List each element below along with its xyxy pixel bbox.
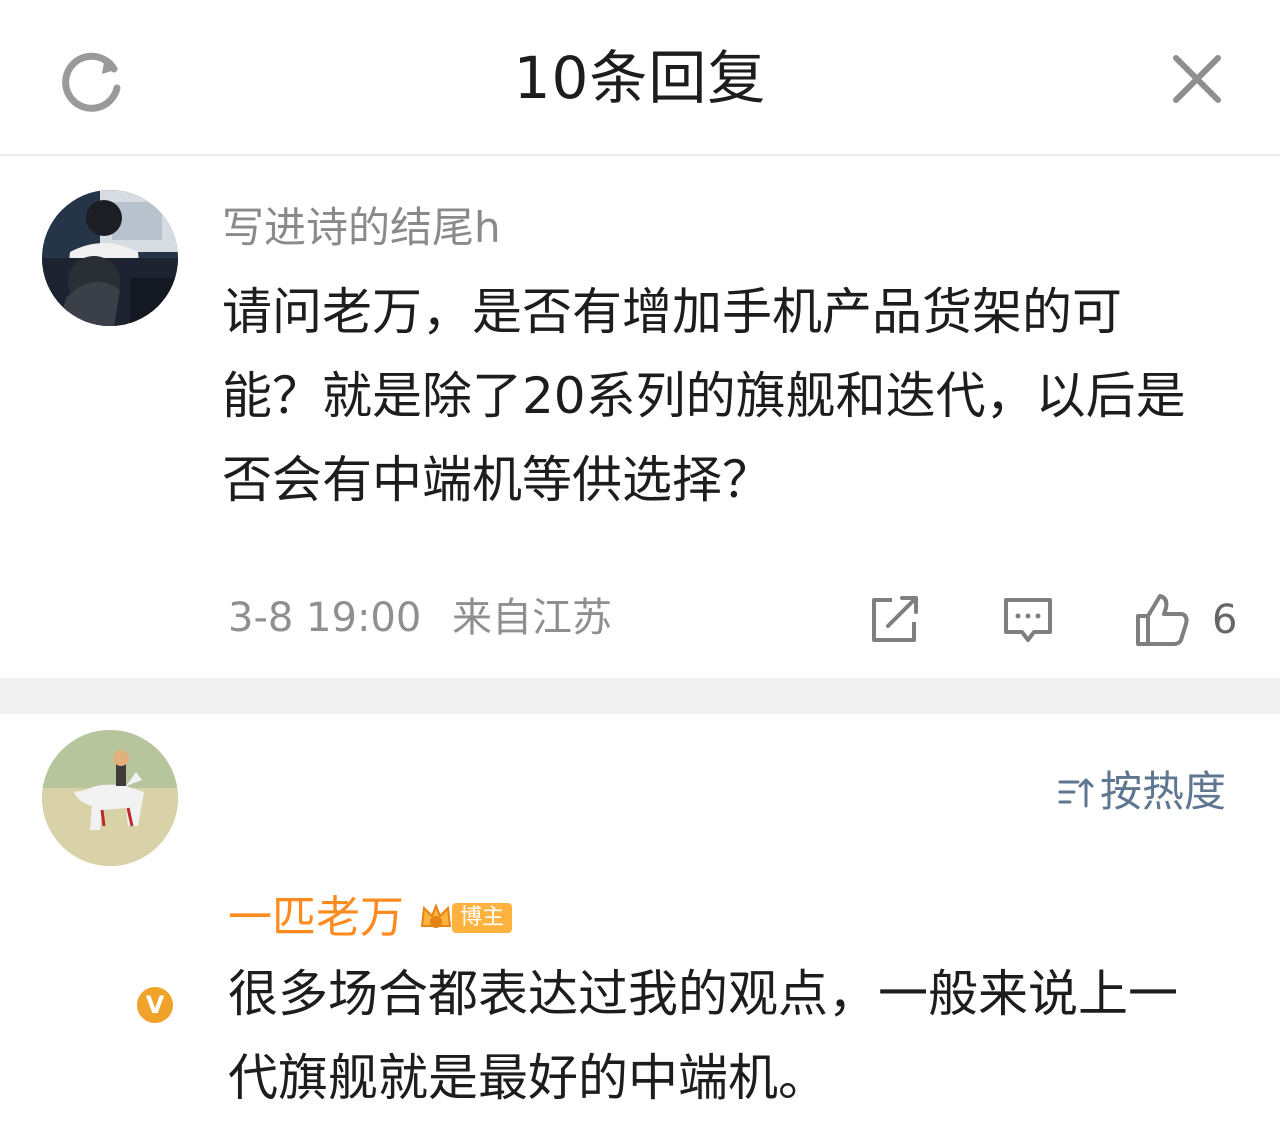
blogger-badge-label: 博主	[452, 903, 513, 933]
avatar[interactable]	[42, 730, 178, 866]
close-icon	[1173, 55, 1221, 103]
comment-meta: 3-8 19:00 来自江苏	[228, 590, 630, 646]
reply-text: 很多场合都表达过我的观点，一般来说上一代旗舰就是最好的中端机。	[228, 965, 1178, 1107]
root-comment: 写进诗的结尾h 请问老万，是否有增加手机产品货架的可能？就是除了20系列的旗舰和…	[0, 158, 1280, 678]
reply-thread-page: 10条回复 写进诗的结尾h 请问老万，是否有增加手机产品货架的可能？就是除了20…	[0, 0, 1280, 1129]
sort-label: 按热度	[1100, 767, 1227, 816]
like-count: 6	[1212, 597, 1238, 643]
sort-icon	[1058, 778, 1094, 808]
like-icon	[1136, 594, 1189, 646]
blogger-badge: 博主	[418, 900, 513, 936]
avatar[interactable]	[42, 190, 178, 326]
section-divider	[0, 678, 1280, 714]
sort-toggle[interactable]: 按热度	[1056, 762, 1226, 822]
comment-time: 3-8 19:00	[228, 595, 422, 641]
comment-text: 请问老万，是否有增加手机产品货架的可能？就是除了20系列的旗舰和迭代，以后是否会…	[222, 283, 1186, 509]
username[interactable]: 一匹老万	[228, 888, 404, 948]
username[interactable]: 写进诗的结尾h	[222, 198, 501, 258]
page-title: 10条回复	[513, 44, 767, 112]
close-button[interactable]	[1162, 44, 1232, 114]
comment-icon	[1004, 598, 1052, 642]
share-icon	[872, 596, 918, 642]
reply-user-row: 一匹老万 博主	[228, 888, 513, 948]
share-button[interactable]	[866, 592, 922, 648]
comment-location: 来自江苏	[452, 595, 613, 641]
like-button[interactable]	[1134, 592, 1190, 648]
thread-header: 10条回复	[0, 0, 1280, 156]
comment-button[interactable]	[1000, 592, 1056, 648]
crown-icon	[420, 903, 452, 928]
verified-badge-icon: V	[134, 984, 176, 1026]
